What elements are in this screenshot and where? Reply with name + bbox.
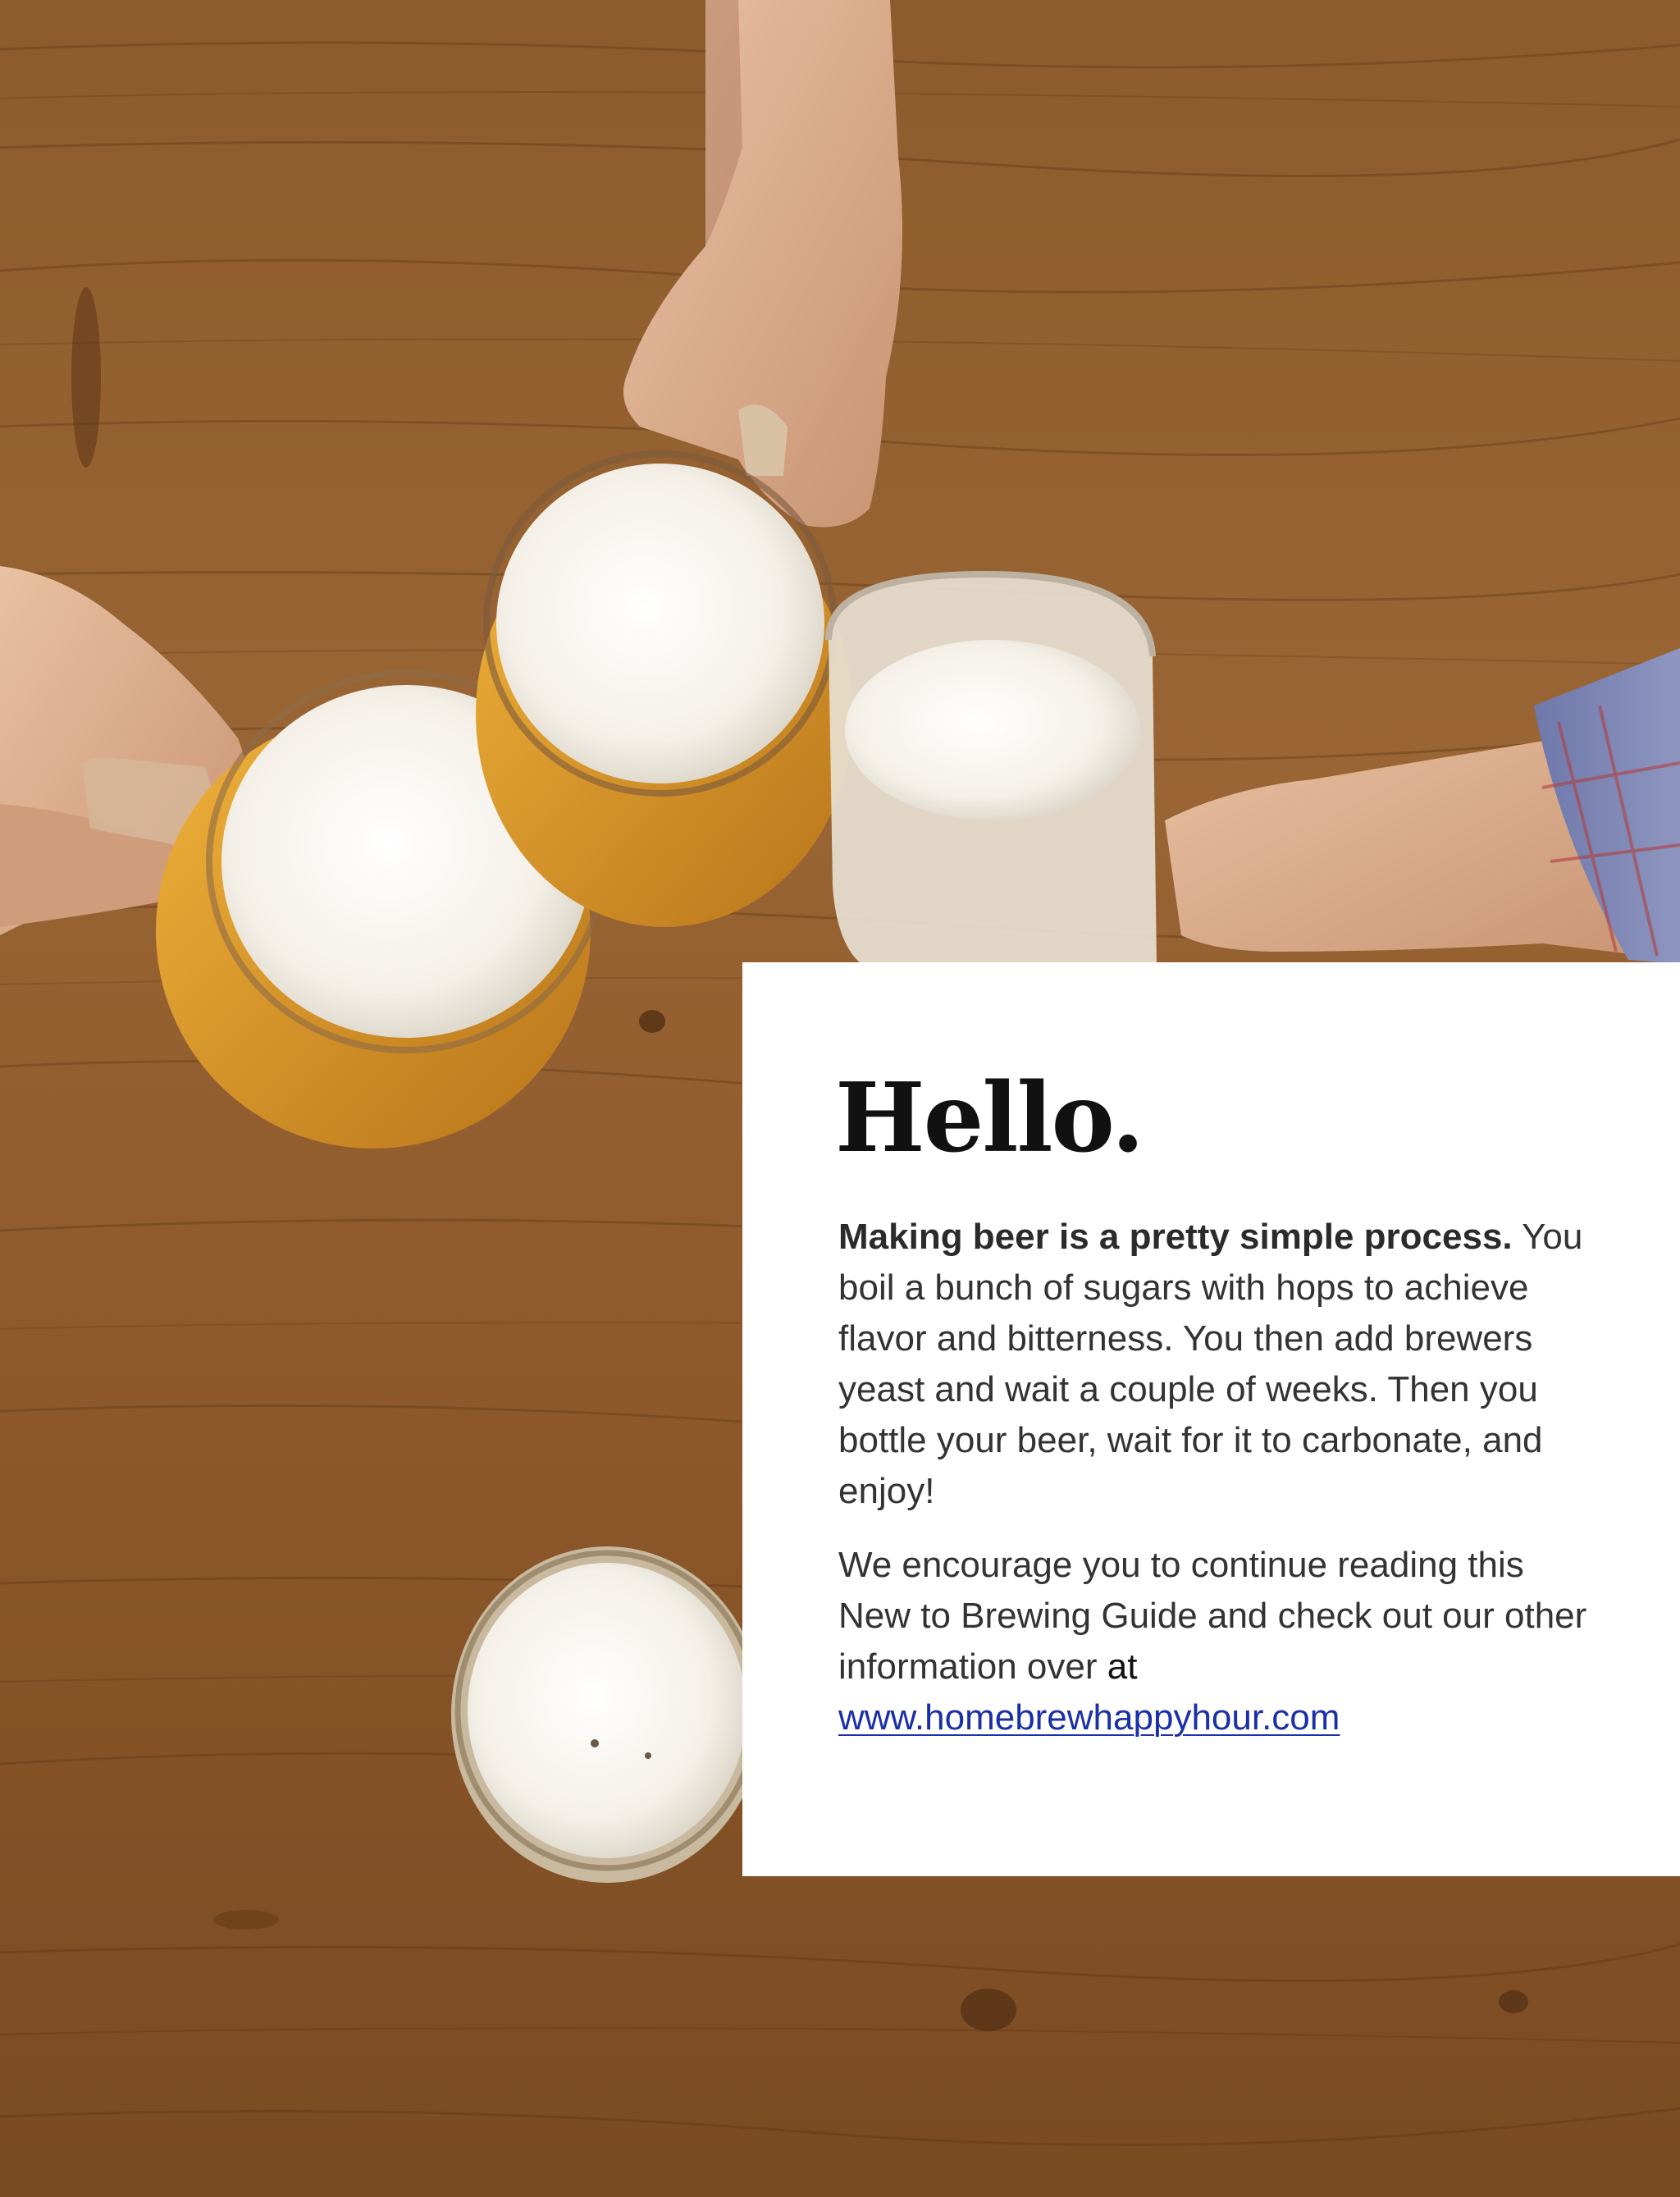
encourage-text: We encourage you to continue reading thi… xyxy=(838,1545,1587,1687)
glass-right xyxy=(825,570,1157,964)
encourage-paragraph: We encourage you to continue reading thi… xyxy=(838,1540,1601,1743)
intro-paragraph: Making beer is a pretty simple process. … xyxy=(838,1212,1601,1517)
glass-bottom xyxy=(451,1546,763,1883)
headline: Hello. xyxy=(835,1062,1144,1174)
intro-card: Hello. Making beer is a pretty simple pr… xyxy=(742,962,1680,1876)
guide-page: Hello. Making beer is a pretty simple pr… xyxy=(0,0,1680,2197)
intro-lead-sentence: Making beer is a pretty simple process. xyxy=(838,1217,1513,1257)
intro-body-text: You boil a bunch of sugars with hops to … xyxy=(838,1217,1583,1511)
intro-card-content: Hello. Making beer is a pretty simple pr… xyxy=(835,1062,1601,1743)
at-word: at xyxy=(1107,1647,1138,1687)
website-link[interactable]: www.homebrewhappyhour.com xyxy=(838,1697,1340,1738)
